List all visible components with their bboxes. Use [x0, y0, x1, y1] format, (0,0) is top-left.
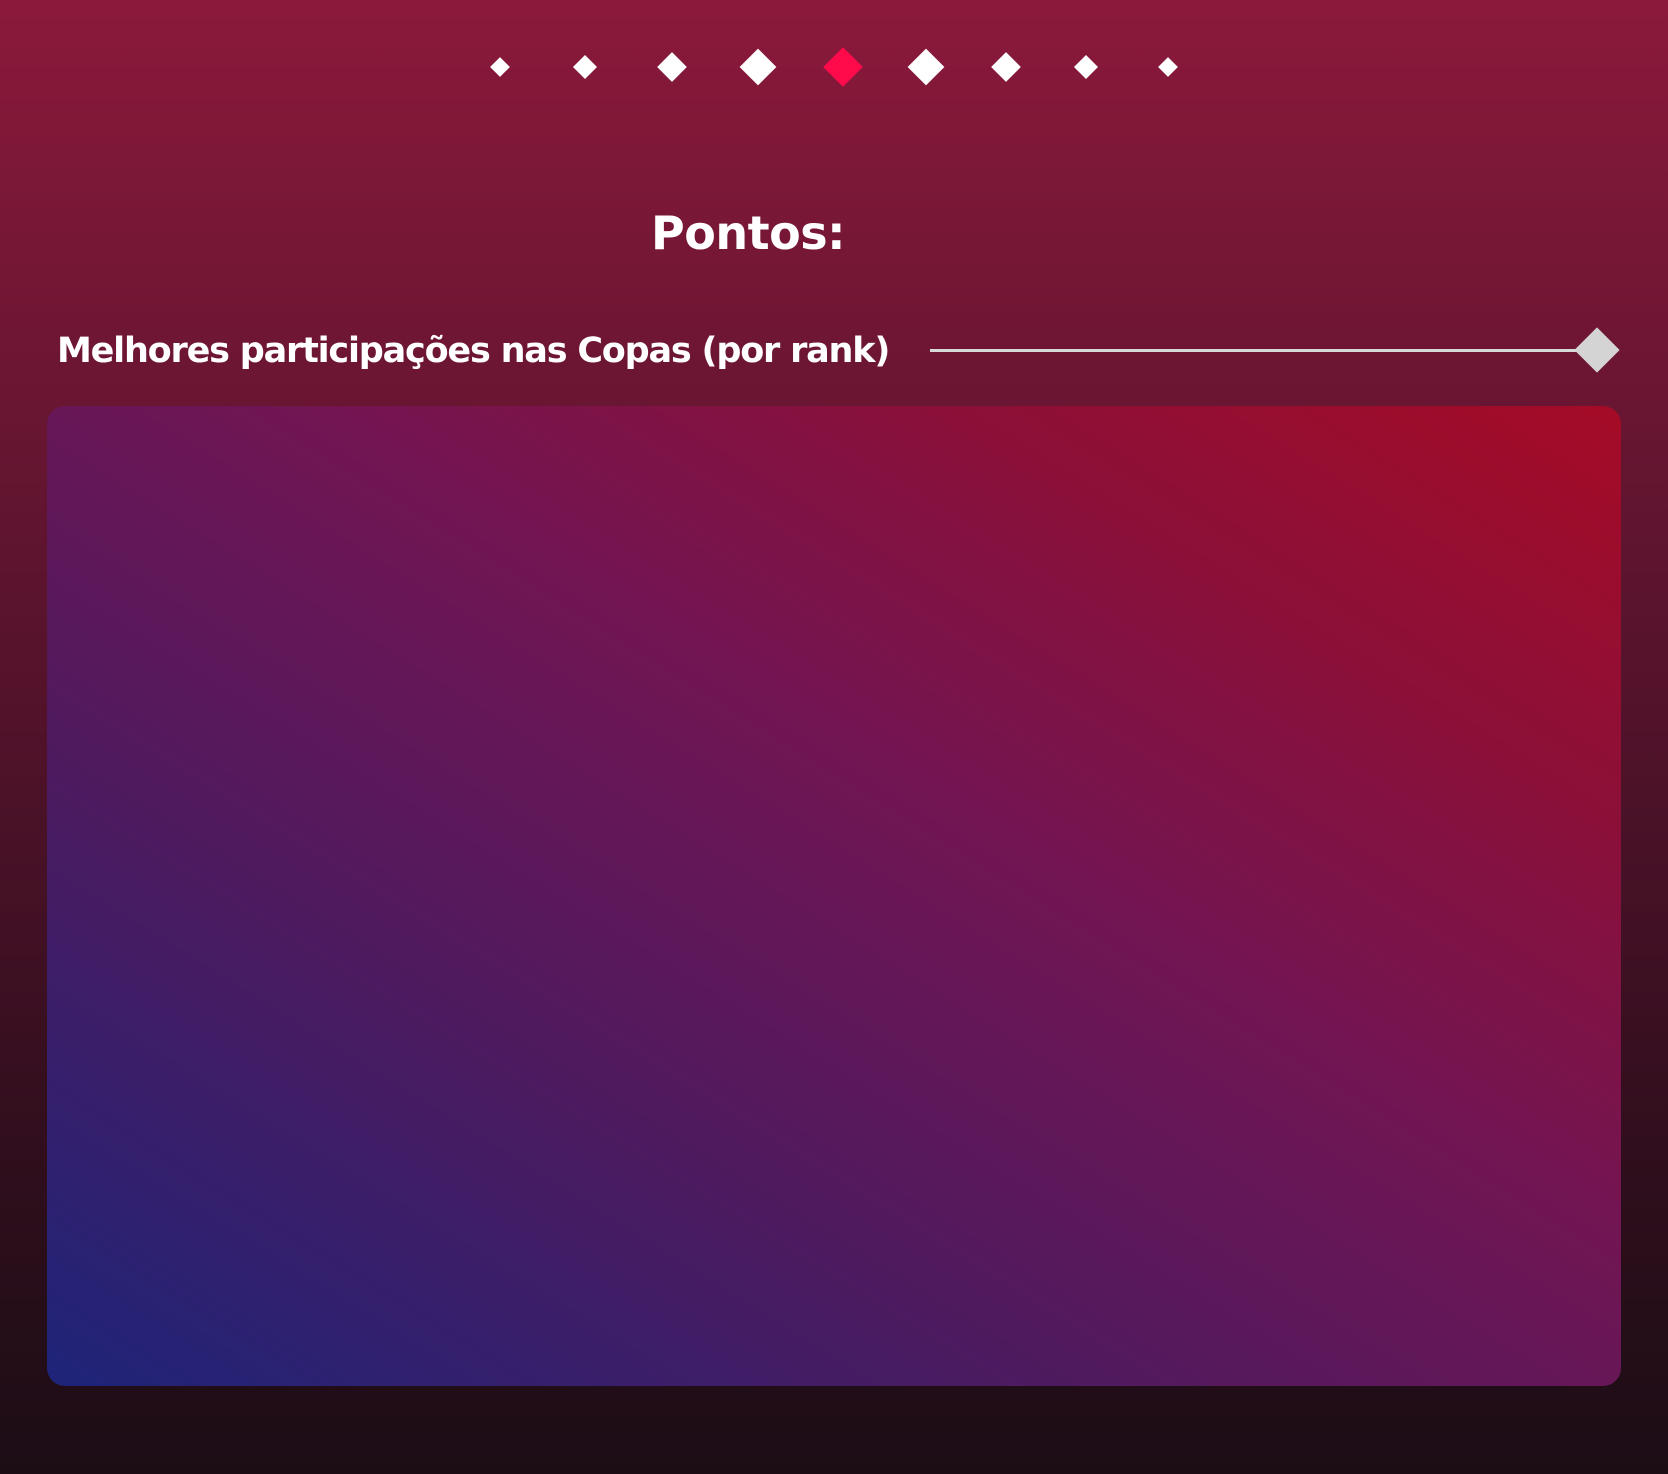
page-dot-8[interactable]	[1073, 54, 1099, 80]
section-divider-line	[930, 349, 1590, 352]
page-dot-4[interactable]	[739, 48, 777, 86]
page-dot-9[interactable]	[1158, 57, 1178, 77]
page-dot-2[interactable]	[572, 54, 598, 80]
page-title: Pontos:	[651, 206, 845, 260]
diamond-icon	[1574, 327, 1620, 373]
page-dot-6[interactable]	[907, 48, 945, 86]
page-dot-1[interactable]	[490, 57, 510, 77]
page-dot-7[interactable]	[991, 52, 1021, 82]
section-label: Melhores participações nas Copas (por ra…	[57, 331, 890, 371]
page-indicator	[0, 0, 1668, 140]
page-dot-3[interactable]	[657, 52, 687, 82]
content-panel	[47, 406, 1621, 1386]
section-header: Melhores participações nas Copas (por ra…	[0, 318, 1668, 384]
page-dot-5-active[interactable]	[823, 47, 863, 87]
